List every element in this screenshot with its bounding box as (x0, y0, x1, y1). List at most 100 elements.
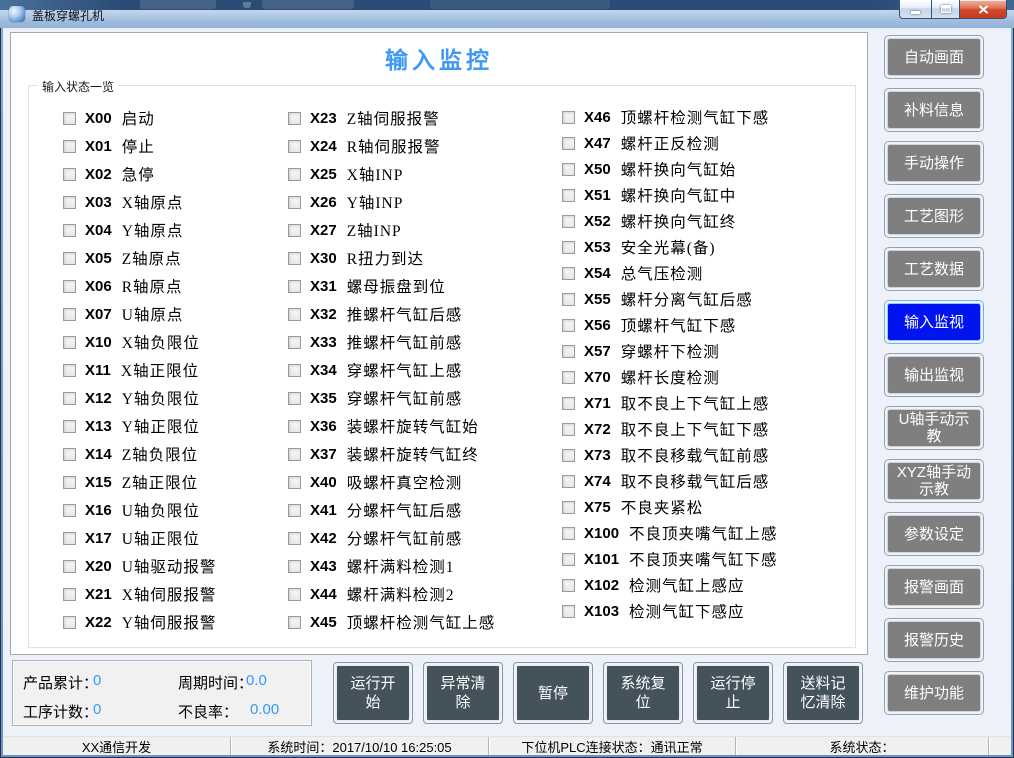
input-checkbox-x74[interactable] (562, 475, 575, 488)
control-button-3[interactable]: 暂停 (513, 662, 593, 724)
input-checkbox-x44[interactable] (288, 588, 301, 601)
input-checkbox-x11[interactable] (63, 364, 76, 377)
input-checkbox-x101[interactable] (562, 553, 575, 566)
input-checkbox-x06[interactable] (63, 280, 76, 293)
input-checkbox-x35[interactable] (288, 392, 301, 405)
input-checkbox-x03[interactable] (63, 196, 76, 209)
maximize-button[interactable] (931, 0, 960, 19)
input-checkbox-x102[interactable] (562, 579, 575, 592)
input-checkbox-x34[interactable] (288, 364, 301, 377)
nav-button-8[interactable]: U轴手动示教 (884, 406, 984, 450)
input-checkbox-x45[interactable] (288, 616, 301, 629)
input-checkbox-x50[interactable] (562, 163, 575, 176)
input-checkbox-x02[interactable] (63, 168, 76, 181)
input-checkbox-x00[interactable] (63, 112, 76, 125)
input-checkbox-x55[interactable] (562, 293, 575, 306)
input-checkbox-x57[interactable] (562, 345, 575, 358)
input-checkbox-x14[interactable] (63, 448, 76, 461)
nav-button-label: 工艺数据 (887, 250, 981, 288)
nav-button-11[interactable]: 报警画面 (884, 565, 984, 609)
input-checkbox-x13[interactable] (63, 420, 76, 433)
nav-button-label: 报警历史 (887, 621, 981, 659)
input-checkbox-x05[interactable] (63, 252, 76, 265)
close-button[interactable] (960, 0, 1007, 19)
input-label: Z轴INP (347, 219, 402, 241)
nav-button-7[interactable]: 输出监视 (884, 353, 984, 397)
input-checkbox-x54[interactable] (562, 267, 575, 280)
window-controls (899, 0, 1007, 19)
input-checkbox-x24[interactable] (288, 140, 301, 153)
input-checkbox-x103[interactable] (562, 605, 575, 618)
nav-button-2[interactable]: 补料信息 (884, 88, 984, 132)
input-checkbox-x30[interactable] (288, 252, 301, 265)
status-section-2: 系统时间：2017/10/10 16:25:05 (231, 737, 489, 755)
input-checkbox-x52[interactable] (562, 215, 575, 228)
nav-button-13[interactable]: 维护功能 (884, 671, 984, 715)
input-checkbox-x20[interactable] (63, 560, 76, 573)
control-button-5[interactable]: 运行停止 (693, 662, 773, 724)
input-checkbox-x21[interactable] (63, 588, 76, 601)
control-button-4[interactable]: 系统复位 (603, 662, 683, 724)
input-checkbox-x36[interactable] (288, 420, 301, 433)
input-checkbox-x100[interactable] (562, 527, 575, 540)
window-title: 盖板穿螺孔机 (32, 7, 104, 24)
nav-button-4[interactable]: 工艺图形 (884, 194, 984, 238)
input-address: X75 (584, 499, 611, 516)
input-address: X07 (85, 306, 112, 323)
input-checkbox-x31[interactable] (288, 280, 301, 293)
input-checkbox-x07[interactable] (63, 308, 76, 321)
input-checkbox-x73[interactable] (562, 449, 575, 462)
input-label: 启动 (122, 107, 155, 129)
input-label: 螺杆分离气缸后感 (621, 288, 753, 310)
input-checkbox-x43[interactable] (288, 560, 301, 573)
input-row-x70: X70螺杆长度检测 (562, 364, 778, 390)
input-checkbox-x37[interactable] (288, 448, 301, 461)
nav-button-1[interactable]: 自动画面 (884, 35, 984, 79)
input-checkbox-x33[interactable] (288, 336, 301, 349)
control-button-label: 送料记忆清除 (786, 665, 860, 721)
input-checkbox-x71[interactable] (562, 397, 575, 410)
input-checkbox-x16[interactable] (63, 504, 76, 517)
input-row-x43: X43螺杆满料检测1 (288, 552, 495, 580)
input-checkbox-x01[interactable] (63, 140, 76, 153)
input-checkbox-x46[interactable] (562, 111, 575, 124)
input-checkbox-x25[interactable] (288, 168, 301, 181)
input-checkbox-x32[interactable] (288, 308, 301, 321)
input-checkbox-x26[interactable] (288, 196, 301, 209)
control-button-1[interactable]: 运行开始 (333, 662, 413, 724)
input-checkbox-x56[interactable] (562, 319, 575, 332)
input-checkbox-x12[interactable] (63, 392, 76, 405)
control-button-2[interactable]: 异常清除 (423, 662, 503, 724)
input-row-x55: X55螺杆分离气缸后感 (562, 286, 778, 312)
input-row-x02: X02急停 (63, 160, 216, 188)
input-checkbox-x04[interactable] (63, 224, 76, 237)
input-checkbox-x15[interactable] (63, 476, 76, 489)
input-checkbox-x72[interactable] (562, 423, 575, 436)
input-checkbox-x22[interactable] (63, 616, 76, 629)
input-checkbox-x42[interactable] (288, 532, 301, 545)
input-checkbox-x75[interactable] (562, 501, 575, 514)
input-checkbox-x47[interactable] (562, 137, 575, 150)
control-button-6[interactable]: 送料记忆清除 (783, 662, 863, 724)
input-row-x27: X27Z轴INP (288, 216, 495, 244)
nav-button-10[interactable]: 参数设定 (884, 512, 984, 556)
input-address: X10 (85, 334, 112, 351)
nav-button-12[interactable]: 报警历史 (884, 618, 984, 662)
input-checkbox-x40[interactable] (288, 476, 301, 489)
input-checkbox-x10[interactable] (63, 336, 76, 349)
minimize-button[interactable] (899, 0, 931, 19)
input-label: X轴INP (347, 163, 404, 185)
defect-rate-label: 不良率： (178, 701, 238, 722)
input-checkbox-x23[interactable] (288, 112, 301, 125)
input-checkbox-x53[interactable] (562, 241, 575, 254)
nav-button-9[interactable]: XYZ轴手动示教 (884, 459, 984, 503)
input-checkbox-x51[interactable] (562, 189, 575, 202)
nav-button-3[interactable]: 手动操作 (884, 141, 984, 185)
input-checkbox-x41[interactable] (288, 504, 301, 517)
nav-button-5[interactable]: 工艺数据 (884, 247, 984, 291)
input-checkbox-x70[interactable] (562, 371, 575, 384)
input-row-x40: X40吸螺杆真空检测 (288, 468, 495, 496)
input-checkbox-x27[interactable] (288, 224, 301, 237)
nav-button-6[interactable]: 输入监视 (884, 300, 984, 344)
input-checkbox-x17[interactable] (63, 532, 76, 545)
